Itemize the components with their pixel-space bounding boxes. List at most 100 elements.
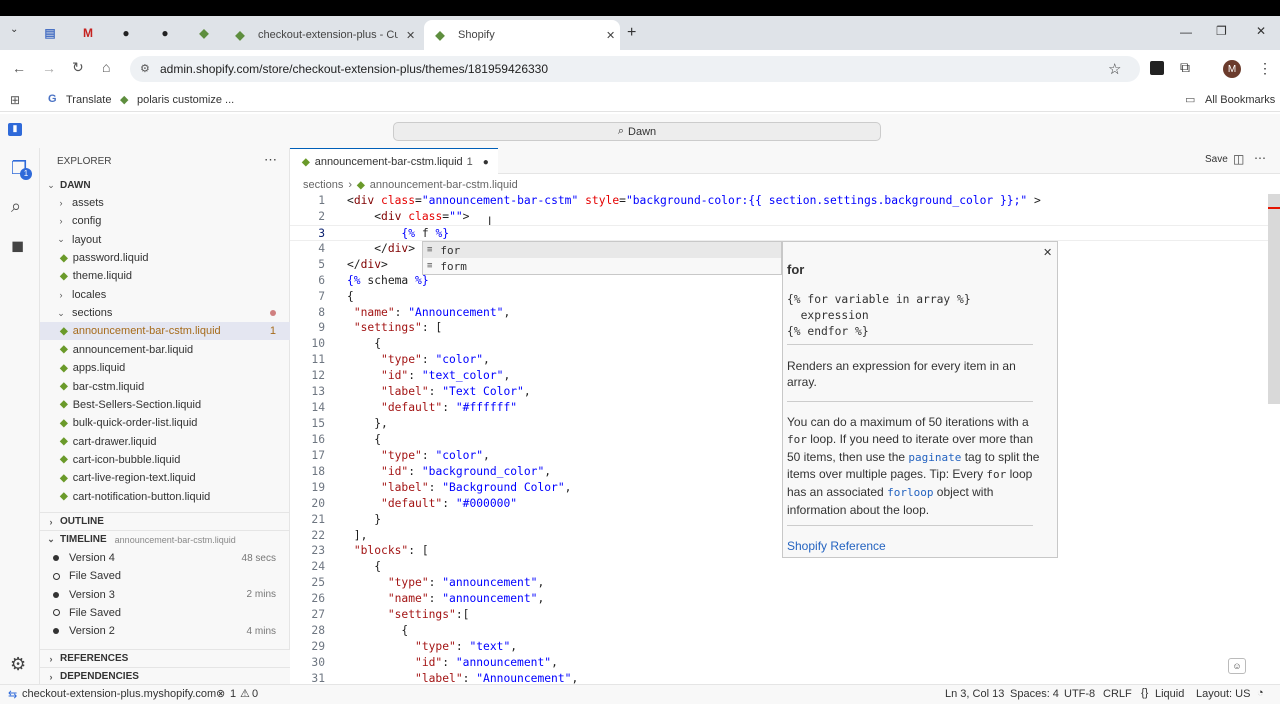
site-info-icon[interactable]: ⚙ [140, 62, 150, 75]
tree-file[interactable]: ◆ cart-live-region-text.liquid [40, 469, 290, 487]
breadcrumb-item[interactable]: announcement-bar-cstm.liquid [370, 179, 518, 191]
all-bookmarks[interactable]: All Bookmarks [1205, 94, 1275, 106]
suggest-item[interactable]: ≡ for [423, 242, 781, 258]
tree-folder[interactable]: › locales [40, 286, 290, 304]
breadcrumb-item[interactable]: sections [303, 179, 343, 191]
bookmark-translate[interactable]: Translate [66, 94, 111, 106]
url-bar[interactable]: ⚙ admin.shopify.com/store/checkout-exten… [130, 56, 1140, 82]
tree-file[interactable]: ◆ Best-Sellers-Section.liquid [40, 396, 290, 414]
back-icon[interactable]: ← [12, 60, 26, 76]
tree-file[interactable]: ◆ bulk-quick-order-list.liquid [40, 414, 290, 432]
bookmark-polaris[interactable]: polaris customize ... [137, 94, 234, 106]
settings-gear-icon[interactable]: ⚙ [10, 654, 26, 675]
github-icon-2[interactable]: ● [157, 25, 173, 41]
code-line[interactable]: 2 <div class=""> [290, 209, 1280, 225]
timeline-item[interactable]: Version 2 4 mins [40, 622, 290, 640]
command-search-bar[interactable]: ⌕ Dawn [393, 122, 881, 141]
code-line[interactable]: 24 { [290, 559, 1280, 575]
editor-tab-active[interactable]: ◆ announcement-bar-cstm.liquid 1 ● [290, 148, 498, 175]
minimize-icon[interactable]: — [1180, 25, 1192, 39]
code-line[interactable]: 29 "type": "text", [290, 639, 1280, 655]
feedback-icon[interactable]: ☺ [1228, 658, 1246, 674]
code-line[interactable]: 27 "settings":[ [290, 607, 1280, 623]
timeline-item[interactable]: File Saved [40, 567, 290, 585]
star-icon[interactable]: ☆ [1108, 60, 1121, 78]
code-line[interactable]: 3 {% f %} [290, 224, 1280, 241]
extension-icon[interactable] [1150, 61, 1164, 75]
error-icon[interactable]: ⊗ [216, 687, 225, 700]
timeline-section[interactable]: ⌄ TIMELINE announcement-bar-cstm.liquid [40, 530, 290, 548]
profile-avatar[interactable]: M [1223, 60, 1241, 78]
code-line[interactable]: 26 "name": "announcement", [290, 591, 1280, 607]
root-folder[interactable]: ⌄ DAWN [40, 176, 290, 194]
tree-file[interactable]: ◆ password.liquid [40, 249, 290, 267]
browser-tab-shopify[interactable]: ◆ Shopify ✕ [424, 20, 620, 50]
tree-file[interactable]: ◆ announcement-bar-cstm.liquid 1 [40, 322, 290, 341]
tree-file[interactable]: ◆ cart-icon-bubble.liquid [40, 451, 290, 469]
tree-file[interactable]: ◆ cart-notification-button.liquid [40, 488, 290, 506]
gmail-icon[interactable]: M [80, 25, 96, 41]
home-icon[interactable]: ⌂ [102, 59, 110, 75]
extensions-puzzle-icon[interactable]: ⧉ [1180, 59, 1190, 76]
line-number: 17 [311, 448, 325, 462]
notifications-icon[interactable]: ◔ [1257, 687, 1264, 699]
scrollbar[interactable] [1268, 194, 1280, 404]
close-icon[interactable]: ✕ [1043, 246, 1052, 259]
code-line[interactable]: 1 <div class="announcement-bar-cstm" styl… [290, 193, 1280, 209]
shopify-bag-icon[interactable]: ◼ [11, 236, 24, 256]
save-button[interactable]: Save [1205, 154, 1228, 165]
warning-icon[interactable]: ⚠ [240, 687, 250, 700]
shopify-icon[interactable]: ◆ [196, 25, 212, 41]
tree-folder[interactable]: › config [40, 212, 290, 230]
tree-file[interactable]: ◆ bar-cstm.liquid [40, 378, 290, 396]
outline-section[interactable]: › OUTLINE [40, 512, 290, 530]
suggest-item[interactable]: ≡ form [423, 258, 781, 274]
more-actions-icon[interactable]: ⋯ [264, 152, 277, 168]
github-icon[interactable]: ● [118, 25, 134, 41]
shopify-reference-link[interactable]: Shopify Reference [787, 539, 886, 553]
tree-file[interactable]: ◆ cart-drawer.liquid [40, 433, 290, 451]
search-icon[interactable]: ⌕ [11, 196, 21, 217]
forward-icon[interactable]: → [42, 60, 56, 76]
new-tab-icon[interactable]: + [627, 24, 636, 42]
editor-more-icon[interactable]: ⋯ [1254, 151, 1266, 165]
close-icon[interactable]: ✕ [606, 29, 615, 42]
reload-icon[interactable]: ↻ [72, 59, 84, 76]
timeline-item[interactable]: Version 4 48 secs [40, 549, 290, 567]
restore-icon[interactable]: ❐ [1216, 24, 1227, 38]
tree-file[interactable]: ◆ apps.liquid [40, 359, 290, 377]
keyboard-layout[interactable]: Layout: US [1196, 688, 1250, 700]
error-count[interactable]: 1 [230, 688, 236, 700]
browser-tab-checkout[interactable]: ◆ checkout-extension-plus - Cust ✕ [224, 20, 420, 50]
code-line[interactable]: 28 { [290, 623, 1280, 639]
docs-icon[interactable]: ▤ [42, 25, 58, 41]
timeline-item[interactable]: Version 3 2 mins [40, 586, 290, 604]
timeline-item[interactable]: File Saved [40, 604, 290, 622]
tree-folder[interactable]: › assets [40, 194, 290, 212]
line-ending[interactable]: CRLF [1103, 688, 1132, 700]
encoding[interactable]: UTF-8 [1064, 688, 1095, 700]
language-mode[interactable]: Liquid [1155, 688, 1184, 700]
references-section[interactable]: › REFERENCES [40, 649, 290, 667]
unsaved-dot-icon[interactable]: ● [483, 157, 489, 168]
code-line[interactable]: 25 "type": "announcement", [290, 575, 1280, 591]
more-icon[interactable]: ⋮ [1258, 60, 1272, 77]
tab-search-icon[interactable]: ⌄ [10, 24, 18, 35]
dependencies-section[interactable]: › DEPENDENCIES [40, 667, 290, 685]
tree-folder[interactable]: ⌄ layout [40, 231, 290, 249]
cursor-position[interactable]: Ln 3, Col 13 [945, 688, 1004, 700]
tree-file[interactable]: ◆ announcement-bar.liquid [40, 341, 290, 359]
tree-folder[interactable]: ⌄ sections [40, 304, 290, 322]
status-host[interactable]: checkout-extension-plus.myshopify.com [22, 688, 216, 700]
doc-code-link[interactable]: paginate [908, 451, 961, 464]
tree-file[interactable]: ◆ theme.liquid [40, 267, 290, 285]
warning-count[interactable]: 0 [252, 688, 258, 700]
split-editor-icon[interactable]: ◫ [1233, 152, 1244, 166]
code-line[interactable]: 30 "id": "announcement", [290, 655, 1280, 671]
code-text: "type": "text", [415, 640, 518, 654]
apps-grid-icon[interactable]: ⊞ [10, 93, 20, 107]
doc-code-link[interactable]: forloop [887, 486, 933, 499]
close-icon[interactable]: ✕ [406, 29, 415, 42]
indentation[interactable]: Spaces: 4 [1010, 688, 1059, 700]
window-close-icon[interactable]: ✕ [1256, 24, 1266, 38]
